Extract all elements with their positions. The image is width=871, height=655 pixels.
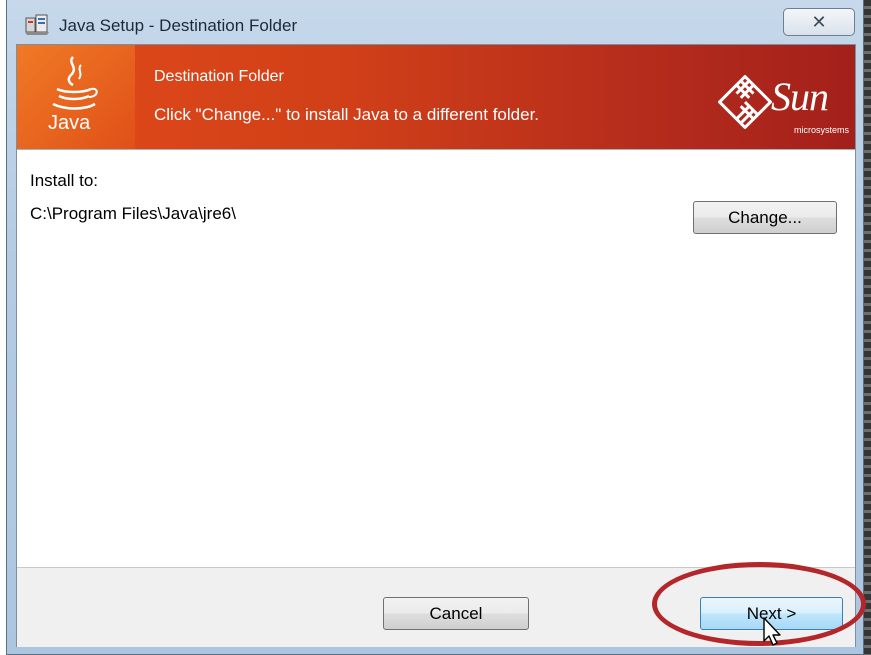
highlight-annotation-ring [652, 562, 866, 646]
close-button[interactable]: ✕ [783, 8, 855, 36]
java-wordmark: Java [48, 112, 91, 134]
banner-title: Destination Folder [154, 68, 284, 85]
installer-icon [25, 14, 49, 35]
dialog-client-area: Java Destination Folder Click "Change...… [16, 44, 856, 647]
window-title: Java Setup - Destination Folder [59, 16, 298, 35]
change-button[interactable]: Change... [693, 201, 837, 234]
sun-logo-icon [718, 75, 772, 129]
install-to-label: Install to: [30, 171, 99, 190]
sun-microsystems-text: microsystems [794, 125, 850, 135]
header-banner: Java Destination Folder Click "Change...… [17, 45, 855, 149]
installer-window: Java Setup - Destination Folder ✕ Java D… [6, 0, 864, 655]
title-bar: Java Setup - Destination Folder ✕ [7, 0, 863, 44]
cancel-button[interactable]: Cancel [383, 597, 529, 630]
background-window-edge [864, 0, 871, 655]
java-logo-panel: Java [17, 45, 135, 149]
mouse-cursor-icon [763, 617, 781, 646]
banner-subtitle: Click "Change..." to install Java to a d… [154, 105, 540, 124]
close-icon: ✕ [811, 11, 827, 32]
sun-wordmark: Sun [771, 74, 829, 119]
install-path-text: C:\Program Files\Java\jre6\ [30, 204, 236, 223]
banner-divider [17, 149, 855, 150]
